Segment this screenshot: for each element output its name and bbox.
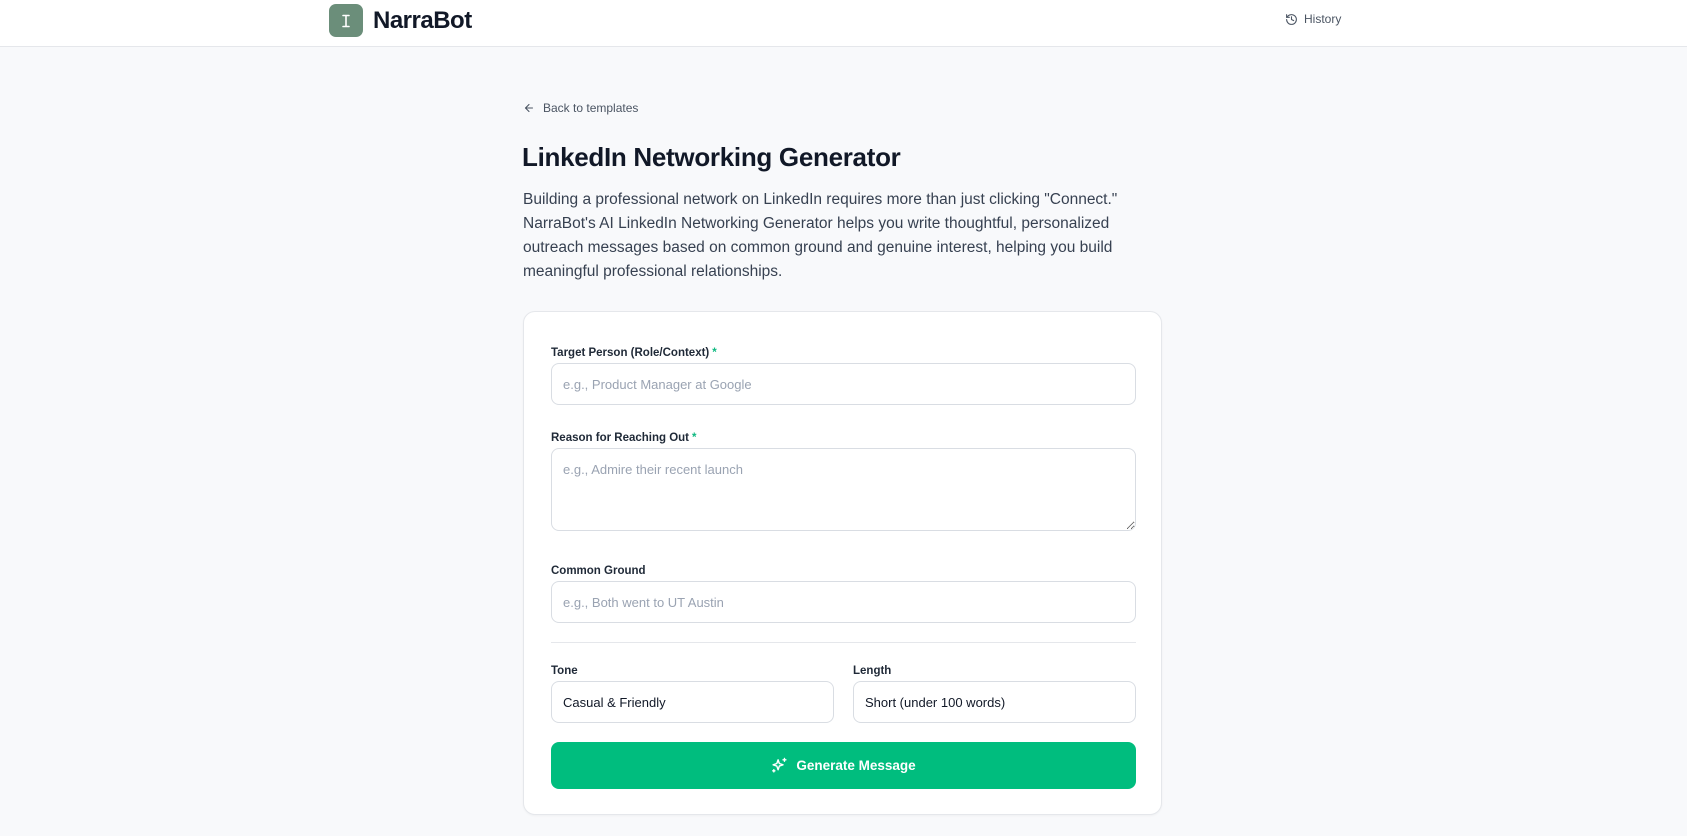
top-navigation-bar: NarraBot History: [0, 0, 1687, 47]
sparkles-icon: [772, 757, 787, 773]
tone-label: Tone: [551, 665, 578, 677]
generator-form-card: Target Person (Role/Context)* Reason for…: [523, 311, 1162, 815]
required-marker: *: [692, 432, 697, 444]
reason-label: Reason for Reaching Out *: [551, 432, 697, 444]
history-icon: [1286, 13, 1297, 25]
required-marker: *: [712, 347, 717, 359]
page-title: LinkedIn Networking Generator: [522, 142, 901, 172]
common-ground-input[interactable]: [551, 581, 1136, 623]
length-selected-value: Short (under 100 words): [865, 694, 1006, 710]
history-label: History: [1304, 12, 1342, 26]
generate-message-button[interactable]: Generate Message: [551, 742, 1136, 789]
common-ground-label: Common Ground: [551, 565, 646, 577]
reason-label-text: Reason for Reaching Out: [551, 432, 690, 444]
back-to-templates-link[interactable]: Back to templates: [523, 101, 638, 115]
brand-name: NarraBot: [373, 6, 472, 34]
history-link[interactable]: History: [1285, 12, 1341, 26]
back-to-templates-label: Back to templates: [543, 101, 639, 115]
length-select[interactable]: Short (under 100 words): [853, 681, 1136, 723]
brand-home-link[interactable]: NarraBot: [329, 4, 472, 37]
page-description: Building a professional network on Linke…: [523, 191, 1118, 280]
brand-logo: [329, 4, 363, 37]
target-person-label: Target Person (Role/Context) *: [551, 347, 717, 359]
arrow-left-icon: [524, 103, 534, 113]
reason-textarea[interactable]: [551, 448, 1136, 531]
generate-message-label: Generate Message: [796, 758, 916, 773]
form-divider: [551, 642, 1136, 643]
tone-select[interactable]: Casual & Friendly: [551, 681, 834, 723]
text-cursor-icon: [342, 14, 350, 27]
tone-selected-value: Casual & Friendly: [563, 694, 666, 710]
target-person-label-text: Target Person (Role/Context): [551, 347, 710, 359]
length-label: Length: [853, 665, 892, 677]
target-person-input[interactable]: [551, 363, 1136, 405]
